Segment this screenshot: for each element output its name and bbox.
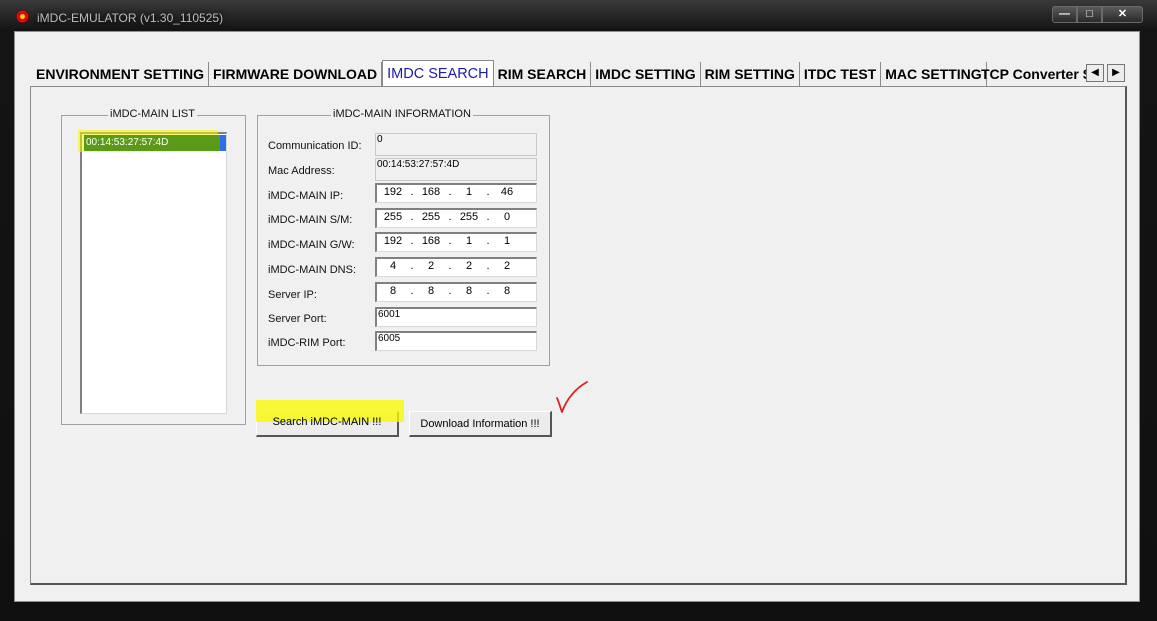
subnet-octet-1[interactable]: 255 xyxy=(378,210,408,227)
tab-tcp-converter[interactable]: TCP Converter Se xyxy=(977,62,1100,86)
list-item[interactable]: 00:14:53:27:57:4D xyxy=(84,135,226,151)
dns-octet-2[interactable]: 2 xyxy=(416,259,446,276)
subnet-octet-2[interactable]: 255 xyxy=(416,210,446,227)
server-ip-octet-4[interactable]: 8 xyxy=(492,284,522,301)
gateway-octet-2[interactable]: 168 xyxy=(416,234,446,251)
tab-scroll-left-icon[interactable]: ◀ xyxy=(1086,64,1104,82)
tab-scroll-right-icon[interactable]: ▶ xyxy=(1107,64,1125,82)
subnet-label: iMDC-MAIN S/M: xyxy=(268,214,353,226)
ip-octet-2[interactable]: 168 xyxy=(416,185,446,202)
maximize-button[interactable]: □ xyxy=(1077,6,1102,23)
server-ip-octet-3[interactable]: 8 xyxy=(454,284,484,301)
client-area: ENVIRONMENT SETTING FIRMWARE DOWNLOAD IM… xyxy=(14,31,1140,602)
dns-label: iMDC-MAIN DNS: xyxy=(268,264,356,276)
download-information-button[interactable]: Download Information !!! xyxy=(409,411,552,437)
server-port-label: Server Port: xyxy=(268,313,327,325)
gateway-label: iMDC-MAIN G/W: xyxy=(268,239,355,251)
minimize-button[interactable]: — xyxy=(1052,6,1077,23)
ip-label: iMDC-MAIN IP: xyxy=(268,190,344,202)
dns-octet-3[interactable]: 2 xyxy=(454,259,484,276)
tab-tcp-converter-clip: TCP Converter Se xyxy=(977,62,1100,86)
server-ip-label: Server IP: xyxy=(268,289,317,301)
rim-port-label: iMDC-RIM Port: xyxy=(268,337,346,349)
subnet-octet-3[interactable]: 255 xyxy=(454,210,484,227)
imdc-main-listbox[interactable]: 00:14:53:27:57:4D xyxy=(78,130,227,414)
server-ip-octet-2[interactable]: 8 xyxy=(416,284,446,301)
check-mark-icon xyxy=(556,381,588,413)
gateway-octet-3[interactable]: 1 xyxy=(454,234,484,251)
imdc-main-list-group: iMDC-MAIN LIST 00:14:53:27:57:4D xyxy=(61,108,246,425)
server-ip-octet-1[interactable]: 8 xyxy=(378,284,408,301)
tab-rim-search[interactable]: RIM SEARCH xyxy=(494,62,592,86)
gateway-octet-4[interactable]: 1 xyxy=(492,234,522,251)
window-title: iMDC-EMULATOR (v1.30_110525) xyxy=(37,11,224,25)
imdc-main-information-group: iMDC-MAIN INFORMATION Communication ID: … xyxy=(257,108,550,366)
ip-octet-1[interactable]: 192 xyxy=(378,185,408,202)
server-ip-field[interactable]: 8. 8. 8. 8 xyxy=(375,282,537,302)
dns-field[interactable]: 4. 2. 2. 2 xyxy=(375,257,537,277)
app-icon[interactable] xyxy=(16,10,29,23)
gateway-field[interactable]: 192. 168. 1. 1 xyxy=(375,232,537,252)
communication-id-label: Communication ID: xyxy=(268,140,362,152)
mac-address-label: Mac Address: xyxy=(268,165,335,177)
tab-mac-setting[interactable]: MAC SETTING xyxy=(881,62,987,86)
dns-octet-1[interactable]: 4 xyxy=(378,259,408,276)
selection-marker xyxy=(220,135,226,151)
ip-octet-4[interactable]: 46 xyxy=(492,185,522,202)
tab-environment-setting[interactable]: ENVIRONMENT SETTING xyxy=(32,62,210,86)
application-window: iMDC-EMULATOR (v1.30_110525) — □ ✕ ENVIR… xyxy=(0,0,1157,621)
info-group-title: iMDC-MAIN INFORMATION xyxy=(331,108,473,120)
ip-octet-3[interactable]: 1 xyxy=(454,185,484,202)
tab-strip: ENVIRONMENT SETTING FIRMWARE DOWNLOAD IM… xyxy=(32,60,987,87)
server-port-field[interactable]: 6001 xyxy=(375,307,537,327)
imdc-search-panel: iMDC-MAIN LIST 00:14:53:27:57:4D iMDC-MA… xyxy=(30,86,1127,585)
list-group-title: iMDC-MAIN LIST xyxy=(108,108,197,120)
communication-id-field: 0 xyxy=(375,133,537,156)
tab-imdc-setting[interactable]: IMDC SETTING xyxy=(591,62,701,86)
rim-port-field[interactable]: 6005 xyxy=(375,331,537,351)
title-bar[interactable]: iMDC-EMULATOR (v1.30_110525) — □ ✕ xyxy=(0,0,1157,32)
subnet-octet-4[interactable]: 0 xyxy=(492,210,522,227)
tab-itdc-test[interactable]: ITDC TEST xyxy=(800,62,882,86)
tab-rim-setting[interactable]: RIM SETTING xyxy=(701,62,800,86)
gateway-octet-1[interactable]: 192 xyxy=(378,234,408,251)
search-button-label: Search iMDC-MAIN !!! xyxy=(272,416,382,428)
list-item-mac: 00:14:53:27:57:4D xyxy=(86,137,169,148)
close-button[interactable]: ✕ xyxy=(1102,6,1143,23)
mac-address-field: 00:14:53:27:57:4D xyxy=(375,158,537,181)
dns-octet-4[interactable]: 2 xyxy=(492,259,522,276)
subnet-mask-field[interactable]: 255. 255. 255. 0 xyxy=(375,208,537,228)
tab-firmware-download[interactable]: FIRMWARE DOWNLOAD xyxy=(209,62,383,86)
ip-address-field[interactable]: 192. 168. 1. 46 xyxy=(375,183,537,203)
tab-imdc-search[interactable]: IMDC SEARCH xyxy=(382,60,494,87)
